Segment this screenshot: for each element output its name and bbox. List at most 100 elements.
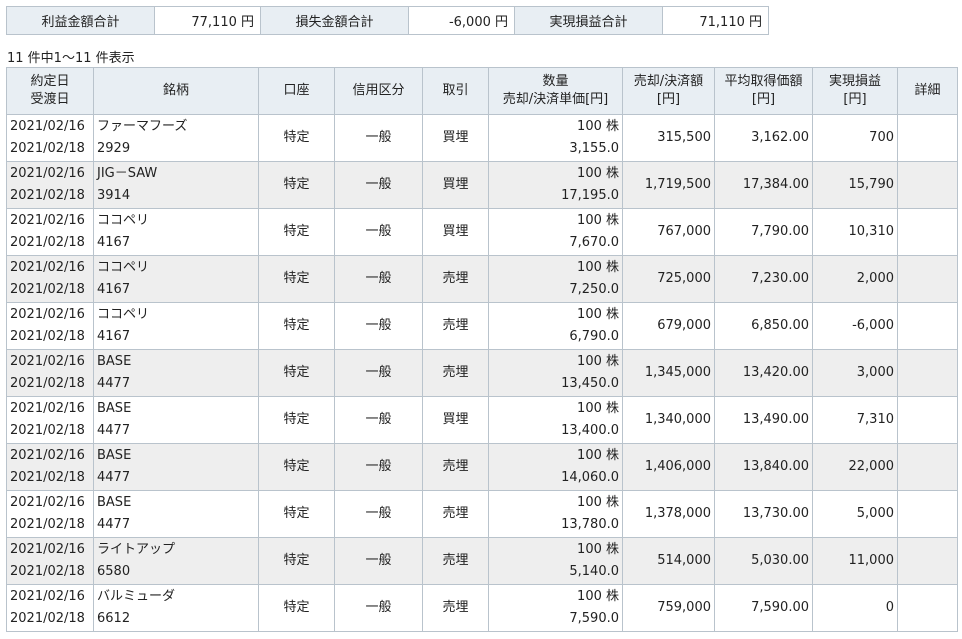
- quantity: 100 株: [577, 542, 619, 557]
- avg-cost-cell: 7,590.00: [714, 584, 813, 632]
- table-row: 2021/02/16 2021/02/18 ココペリ 4167 特定 一般 売埋 100 株7…: [6, 255, 958, 303]
- header-sale-amount-label: 売却/決済額: [633, 74, 704, 89]
- avg-cost-cell: 6,850.00: [714, 302, 813, 350]
- credit-type-cell: 一般: [334, 114, 423, 162]
- header-realized-pl-unit: [円]: [843, 92, 867, 107]
- symbol-name: ココペリ: [97, 213, 150, 228]
- settle-date: 2021/02/18: [10, 470, 85, 485]
- sale-amount-cell: 1,345,000: [622, 349, 715, 397]
- trade-date: 2021/02/16: [10, 166, 85, 181]
- quantity: 100 株: [577, 589, 619, 604]
- header-dates: 約定日 受渡日: [6, 67, 94, 115]
- account-cell: 特定: [258, 443, 335, 491]
- unit-price: 14,060.0: [561, 470, 619, 485]
- dates-cell: 2021/02/16 2021/02/18: [6, 537, 94, 585]
- realized-pl-cell: -6,000: [812, 302, 898, 350]
- header-sale-amount: 売却/決済額 [円]: [622, 67, 715, 115]
- avg-cost-cell: 5,030.00: [714, 537, 813, 585]
- quantity-cell: 100 株 17,195.0: [488, 161, 623, 209]
- credit-type-cell: 一般: [334, 537, 423, 585]
- table-body: 2021/02/16 2021/02/18 ファーマフーズ 2929 特定 一般 買埋 100…: [6, 114, 958, 632]
- profit-total-label: 利益金額合計: [6, 6, 155, 35]
- quantity: 100 株: [577, 354, 619, 369]
- symbol-cell: バルミューダ 6612: [93, 584, 259, 632]
- trade-date: 2021/02/16: [10, 354, 85, 369]
- sale-amount-cell: 1,406,000: [622, 443, 715, 491]
- trade-type-cell: 売埋: [422, 349, 489, 397]
- detail-cell: [897, 161, 958, 209]
- realized-pl-cell: 0: [812, 584, 898, 632]
- realized-pl-cell: 22,000: [812, 443, 898, 491]
- account-cell: 特定: [258, 161, 335, 209]
- quantity-cell: 100 株 5,140.0: [488, 537, 623, 585]
- account-cell: 特定: [258, 537, 335, 585]
- detail-cell: [897, 208, 958, 256]
- settle-date: 2021/02/18: [10, 611, 85, 626]
- header-quantity: 数量 売却/決済単価[円]: [488, 67, 623, 115]
- credit-type-cell: 一般: [334, 161, 423, 209]
- table-row: 2021/02/16 2021/02/18 バルミューダ 6612 特定 一般 売埋 100 …: [6, 584, 958, 632]
- symbol-code: 4167: [97, 235, 131, 250]
- credit-type-cell: 一般: [334, 208, 423, 256]
- table-row: 2021/02/16 2021/02/18 ココペリ 4167 特定 一般 売埋 100 株6…: [6, 302, 958, 350]
- detail-cell: [897, 114, 958, 162]
- unit-price: 7,670.0: [569, 235, 619, 250]
- dates-cell: 2021/02/16 2021/02/18: [6, 443, 94, 491]
- account-cell: 特定: [258, 490, 335, 538]
- trade-date: 2021/02/16: [10, 260, 85, 275]
- settle-date: 2021/02/18: [10, 329, 85, 344]
- symbol-code: 3914: [97, 188, 131, 203]
- account-cell: 特定: [258, 114, 335, 162]
- header-credit-type: 信用区分: [334, 67, 423, 115]
- credit-type-cell: 一般: [334, 443, 423, 491]
- unit-price: 7,250.0: [569, 282, 619, 297]
- avg-cost-cell: 13,840.00: [714, 443, 813, 491]
- unit-price: 5,140.0: [569, 564, 619, 579]
- symbol-code: 4477: [97, 423, 131, 438]
- profit-total-value: 77,110 円: [154, 6, 261, 35]
- header-avg-cost: 平均取得価額 [円]: [714, 67, 813, 115]
- avg-cost-cell: 17,384.00: [714, 161, 813, 209]
- quantity-cell: 100 株 13,450.0: [488, 349, 623, 397]
- summary-table: 利益金額合計 77,110 円 損失金額合計 -6,000 円 実現損益合計 7…: [6, 6, 769, 35]
- detail-cell: [897, 537, 958, 585]
- dates-cell: 2021/02/16 2021/02/18: [6, 161, 94, 209]
- result-count: 11 件中1～11 件表示: [7, 51, 135, 66]
- credit-type-cell: 一般: [334, 302, 423, 350]
- symbol-code: 4167: [97, 282, 131, 297]
- symbol-code: 4167: [97, 329, 131, 344]
- header-account: 口座: [258, 67, 335, 115]
- trade-date: 2021/02/16: [10, 307, 85, 322]
- quantity-cell: 100 株 7,670.0: [488, 208, 623, 256]
- trade-type-cell: 売埋: [422, 584, 489, 632]
- realized-pl-cell: 3,000: [812, 349, 898, 397]
- unit-price: 3,155.0: [569, 141, 619, 156]
- header-avg-cost-label: 平均取得価額: [724, 74, 803, 89]
- loss-total-label: 損失金額合計: [260, 6, 409, 35]
- quantity-cell: 100 株 6,790.0: [488, 302, 623, 350]
- trade-type-cell: 売埋: [422, 302, 489, 350]
- settle-date: 2021/02/18: [10, 141, 85, 156]
- avg-cost-cell: 13,730.00: [714, 490, 813, 538]
- quantity: 100 株: [577, 401, 619, 416]
- symbol-name: BASE: [97, 401, 132, 416]
- symbol-cell: ココペリ 4167: [93, 302, 259, 350]
- account-cell: 特定: [258, 302, 335, 350]
- realized-pl-cell: 700: [812, 114, 898, 162]
- dates-cell: 2021/02/16 2021/02/18: [6, 349, 94, 397]
- trade-type-cell: 買埋: [422, 161, 489, 209]
- settle-date: 2021/02/18: [10, 376, 85, 391]
- account-cell: 特定: [258, 255, 335, 303]
- symbol-code: 4477: [97, 517, 131, 532]
- settle-date: 2021/02/18: [10, 423, 85, 438]
- avg-cost-cell: 7,230.00: [714, 255, 813, 303]
- sale-amount-cell: 759,000: [622, 584, 715, 632]
- quantity: 100 株: [577, 119, 619, 134]
- dates-cell: 2021/02/16 2021/02/18: [6, 490, 94, 538]
- symbol-name: バルミューダ: [97, 589, 176, 604]
- trade-date: 2021/02/16: [10, 542, 85, 557]
- detail-cell: [897, 443, 958, 491]
- account-cell: 特定: [258, 208, 335, 256]
- symbol-name: JIG－SAW: [97, 166, 158, 181]
- symbol-cell: ファーマフーズ 2929: [93, 114, 259, 162]
